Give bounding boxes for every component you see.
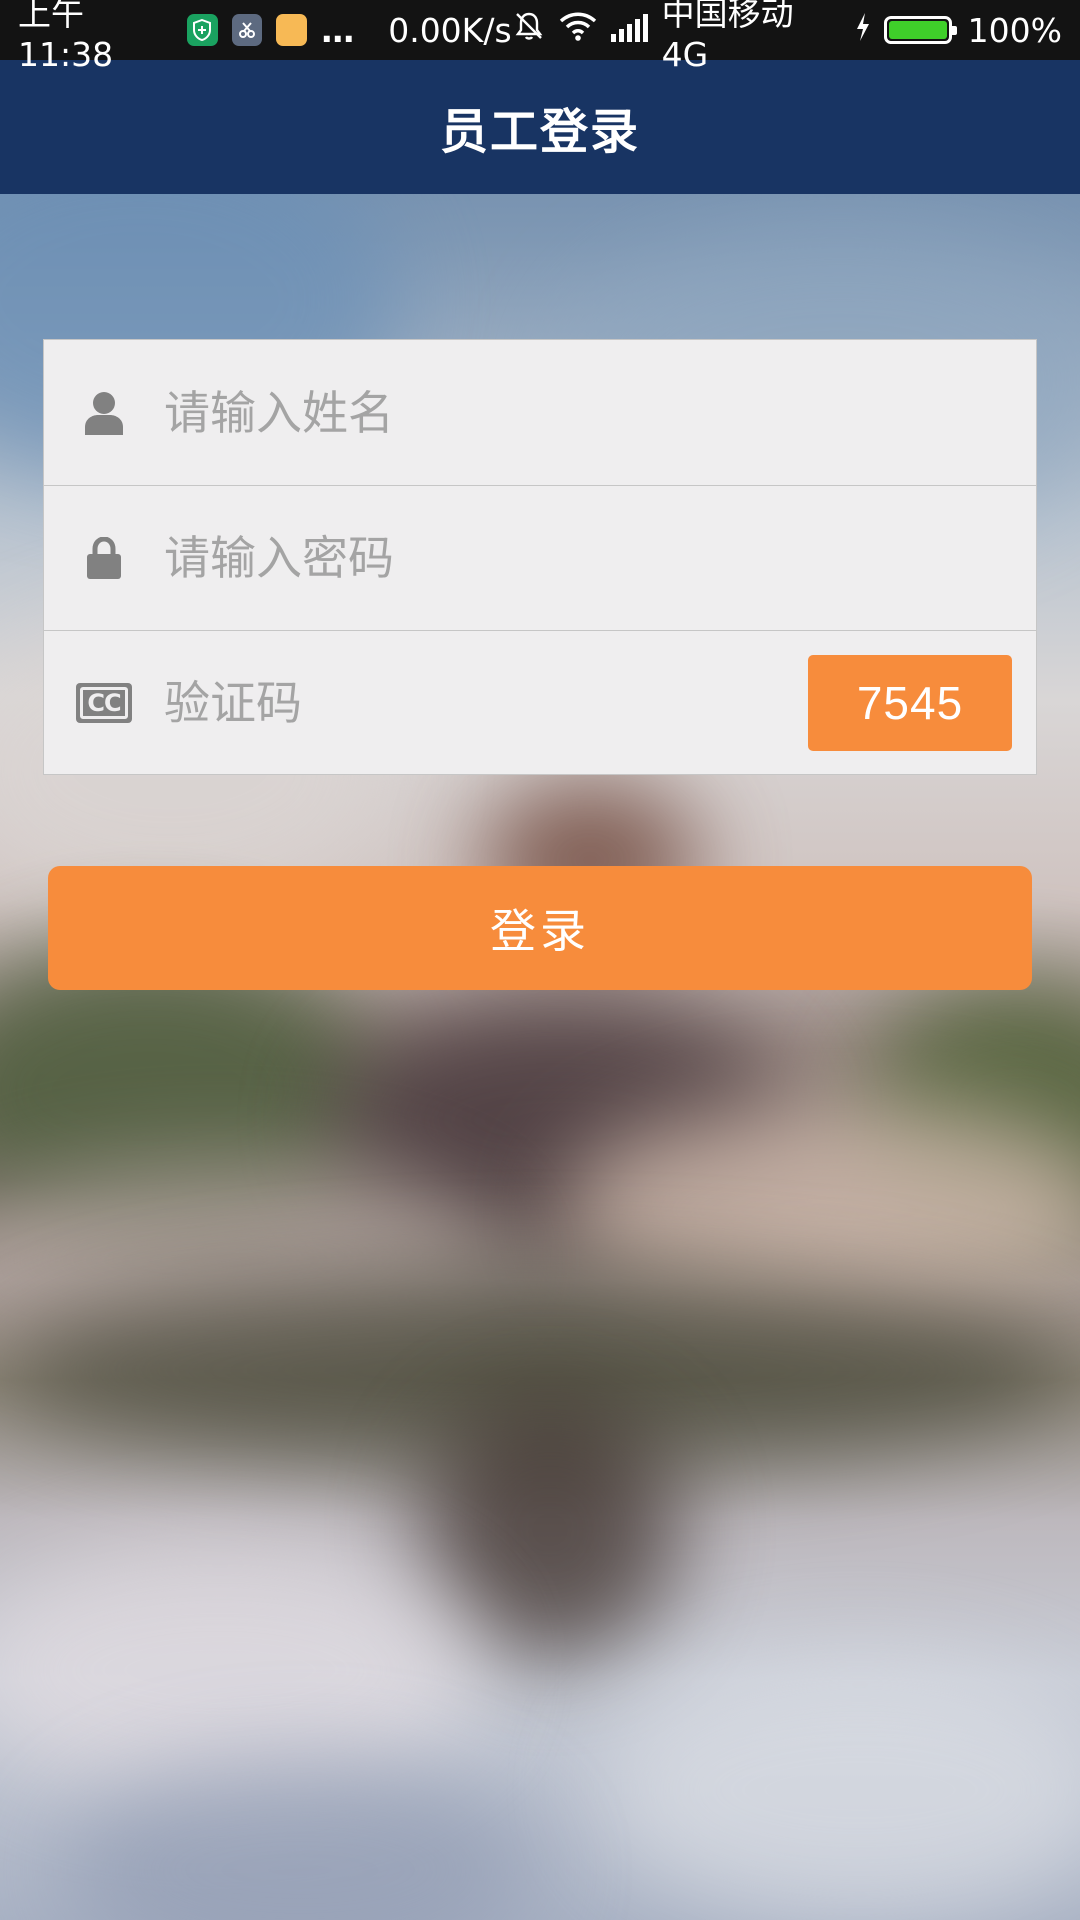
captcha-input[interactable]: [164, 631, 808, 775]
login-button[interactable]: 登录: [48, 866, 1032, 990]
more-notifications-icon: …: [321, 10, 355, 50]
mute-bell-icon: [512, 9, 546, 51]
closed-caption-icon: CC: [44, 683, 164, 723]
security-shield-icon: [186, 14, 218, 46]
lock-icon: [44, 537, 164, 579]
wifi-icon: [558, 10, 598, 50]
name-input[interactable]: [164, 340, 1036, 485]
battery-percent: 100%: [967, 10, 1062, 50]
charging-icon: [854, 11, 872, 50]
password-row: [44, 485, 1036, 630]
folder-app-icon: [276, 14, 308, 46]
network-speed: 0.00K/s: [388, 10, 512, 50]
user-icon: [44, 391, 164, 435]
scissors-app-icon: [231, 14, 263, 46]
battery-icon: [884, 16, 958, 44]
page-title: 员工登录: [439, 104, 640, 160]
password-input[interactable]: [164, 486, 1036, 630]
title-bar: 员工登录: [0, 60, 1080, 194]
cc-icon-text: CC: [80, 687, 128, 719]
status-time: 上午11:38: [18, 0, 114, 74]
signal-icon: [610, 11, 650, 50]
carrier-label: 中国移动 4G: [661, 0, 794, 74]
battery-level-fill: [889, 21, 947, 39]
name-row: [44, 340, 1036, 485]
captcha-row: CC 7545: [44, 630, 1036, 775]
captcha-code-button[interactable]: 7545: [808, 655, 1012, 751]
status-bar: 上午11:38 … 0.00K/s 中国移动 4G 100%: [0, 0, 1080, 74]
login-form: CC 7545: [43, 339, 1037, 775]
